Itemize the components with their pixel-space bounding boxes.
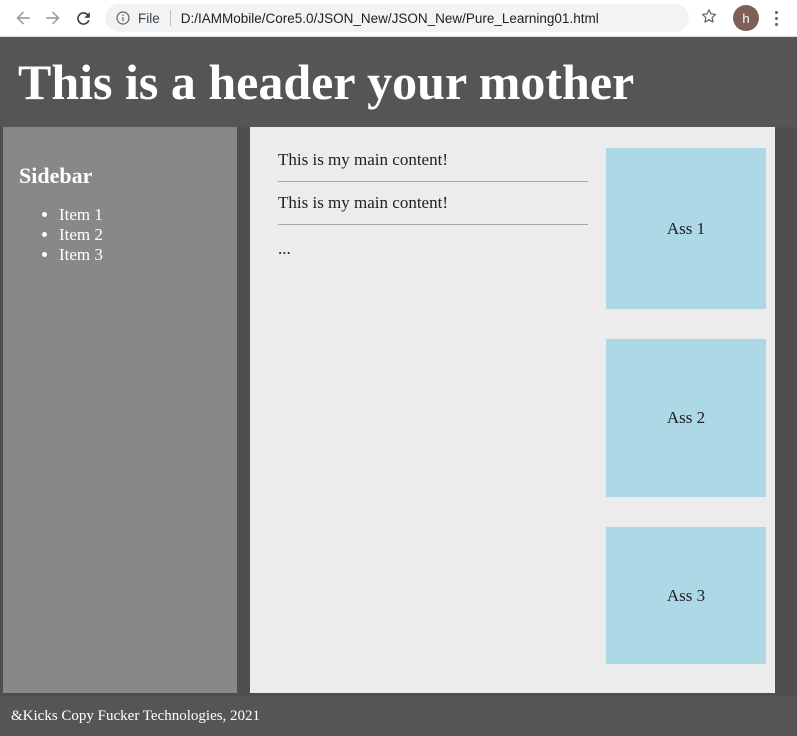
aside-box-label: Ass 2 (666, 408, 706, 427)
forward-button[interactable] (38, 3, 68, 33)
reload-icon (74, 9, 93, 28)
sidebar-item-1[interactable]: Item 1 (59, 205, 103, 225)
sidebar-item-2[interactable]: Item 2 (59, 225, 103, 245)
page-footer: &Kicks Copy Fucker Technologies, 2021 (0, 696, 797, 736)
three-dot-menu-icon[interactable] (765, 4, 787, 32)
aside-box-3: Ass 3 (606, 527, 766, 664)
sidebar-item-label: Item 2 (59, 225, 103, 244)
main-content: This is my main content! This is my main… (250, 127, 775, 693)
menu-dot (774, 22, 778, 26)
aside-box-label: Ass 3 (666, 585, 706, 605)
sidebar-item-label: Item 3 (59, 245, 103, 264)
reload-button[interactable] (68, 3, 98, 33)
menu-dot (774, 10, 778, 14)
url-scheme-label: File (138, 10, 160, 26)
back-button[interactable] (8, 3, 38, 33)
omnibox-divider (169, 10, 171, 26)
bookmark-button[interactable] (695, 4, 723, 32)
footer-text: &Kicks Copy Fucker Technologies, 2021 (11, 708, 261, 724)
aside-box-2: Ass 2 (606, 339, 766, 497)
aside-box-1: Ass 1 (606, 148, 766, 309)
avatar[interactable]: h (733, 5, 759, 31)
main-paragraph-2: This is my main content! (278, 193, 448, 212)
sidebar-item-label: Item 1 (59, 205, 103, 224)
info-circle-icon[interactable] (115, 10, 131, 26)
forward-arrow-icon (43, 8, 63, 28)
aside-box-label: Ass 1 (666, 218, 706, 238)
sidebar-heading: Sidebar (19, 163, 93, 188)
sidebar-list: Item 1 Item 2 Item 3 (19, 205, 103, 265)
main-paragraph-1: This is my main content! (278, 150, 448, 169)
address-bar[interactable]: File D:/IAMMobile/Core5.0/JSON_New/JSON_… (105, 4, 689, 32)
main-content-inner: This is my main content! This is my main… (278, 139, 588, 259)
menu-dot (774, 16, 778, 20)
browser-toolbar: File D:/IAMMobile/Core5.0/JSON_New/JSON_… (0, 0, 797, 37)
page-body: Sidebar Item 1 Item 2 Item 3 This is my … (0, 127, 797, 696)
main-ellipsis: ... (278, 239, 291, 258)
url-text[interactable]: D:/IAMMobile/Core5.0/JSON_New/JSON_New/P… (181, 11, 599, 26)
page-header: This is a header your mother (0, 37, 797, 127)
back-arrow-icon (13, 8, 33, 28)
aside-column: Ass 1 Ass 2 Ass 3 (606, 127, 775, 693)
sidebar: Sidebar Item 1 Item 2 Item 3 (3, 127, 237, 693)
star-bookmark-icon (700, 7, 718, 30)
page-viewport: This is a header your mother Sidebar Ite… (0, 37, 797, 736)
page-title: This is a header your mother (18, 54, 635, 110)
sidebar-item-3[interactable]: Item 3 (59, 245, 103, 265)
